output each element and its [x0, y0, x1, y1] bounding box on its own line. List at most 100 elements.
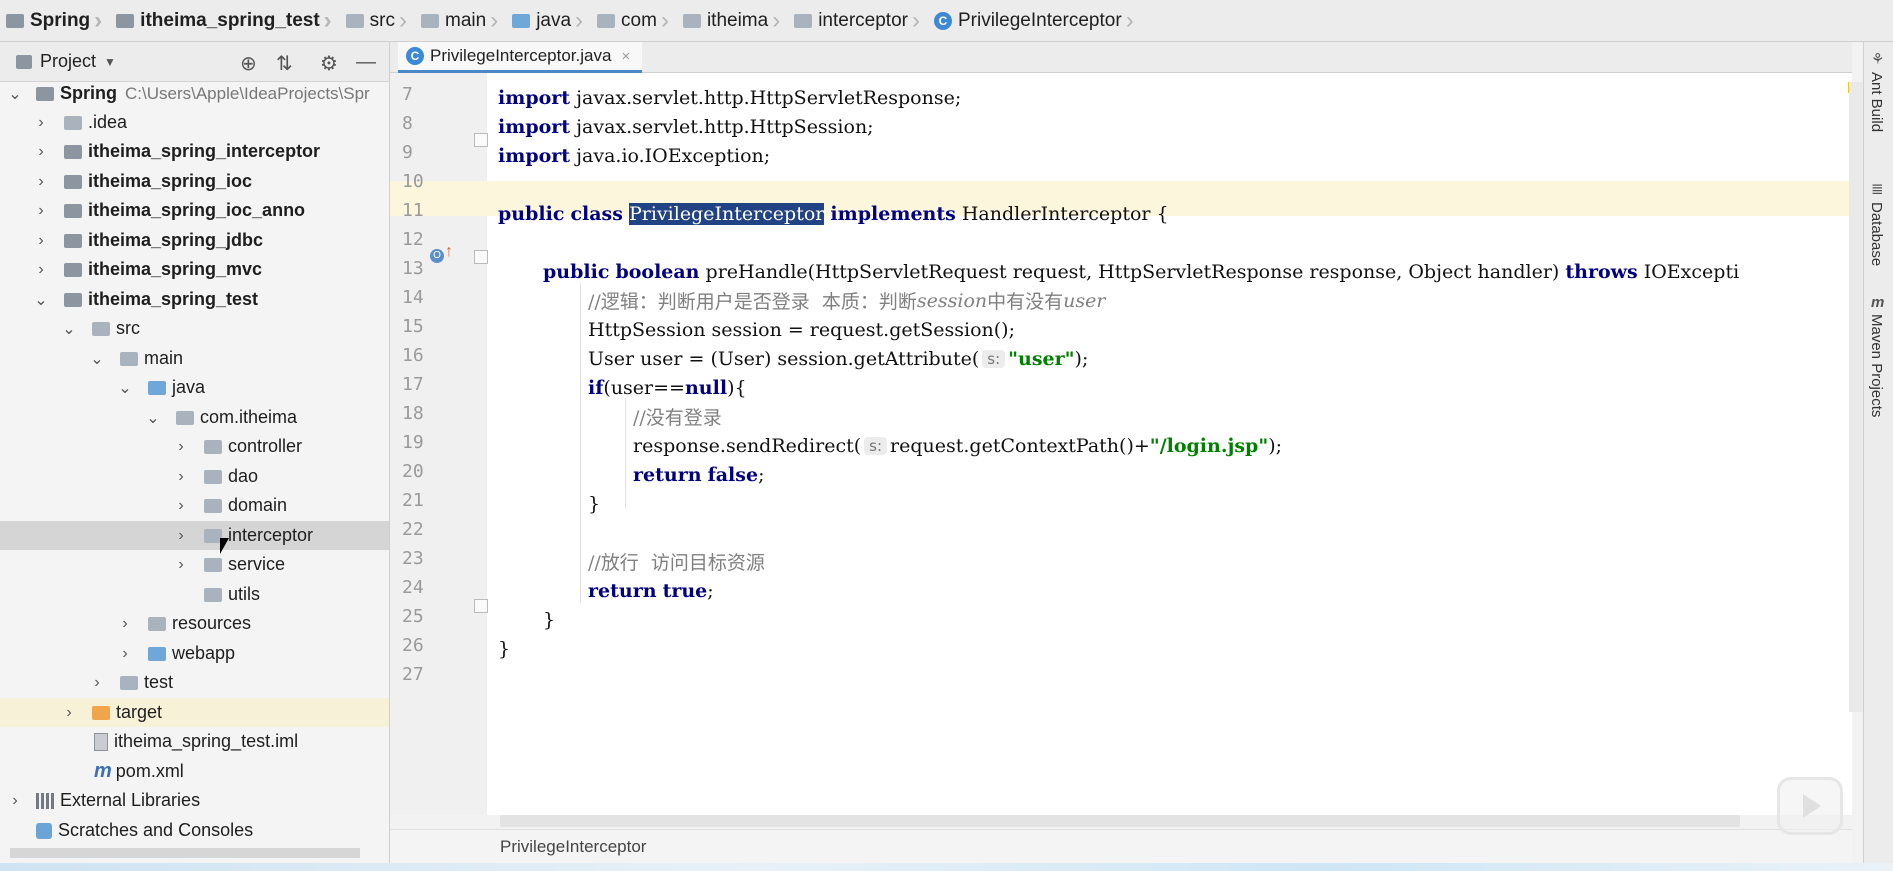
collapsed-arrow-icon[interactable]: ›	[34, 202, 48, 220]
tree-item-domain[interactable]: › domain	[0, 491, 389, 520]
breadcrumb-item-main[interactable]: main ›	[415, 0, 506, 42]
tree-item-controller[interactable]: › controller	[0, 432, 389, 461]
collapsed-arrow-icon[interactable]: ›	[174, 438, 188, 456]
expand-arrow-icon[interactable]: ⌄	[8, 84, 22, 104]
tree-item-webapp[interactable]: › webapp	[0, 639, 389, 668]
collapsed-arrow-icon[interactable]: ›	[62, 704, 76, 722]
expand-arrow-icon[interactable]: ⌄	[90, 349, 104, 369]
collapsed-arrow-icon[interactable]: ›	[34, 114, 48, 132]
collapsed-arrow-icon[interactable]: ›	[174, 468, 188, 486]
collapsed-arrow-icon[interactable]: ›	[34, 143, 48, 161]
package-icon	[204, 587, 222, 602]
module-icon	[64, 262, 82, 277]
collapsed-arrow-icon[interactable]: ›	[118, 645, 132, 663]
tree-item-interceptor-module[interactable]: › itheima_spring_interceptor	[0, 137, 389, 166]
collapsed-arrow-icon[interactable]: ›	[8, 792, 22, 810]
collapsed-arrow-icon[interactable]: ›	[34, 232, 48, 250]
line-number: 17	[402, 374, 424, 395]
collapsed-arrow-icon[interactable]: ›	[34, 261, 48, 279]
tree-item-test-module[interactable]: ⌄ itheima_spring_test	[0, 285, 389, 314]
fold-marker-icon[interactable]	[474, 599, 488, 613]
line-number: 23	[402, 548, 424, 569]
breadcrumb-item-com[interactable]: com ›	[591, 0, 677, 42]
breadcrumb-item-itheima[interactable]: itheima ›	[677, 0, 788, 42]
folder-icon	[120, 675, 138, 690]
maven-projects-tool[interactable]: Maven Projects	[1868, 314, 1885, 417]
expand-arrow-icon[interactable]: ⌄	[34, 290, 48, 310]
tree-item-test[interactable]: › test	[0, 668, 389, 697]
tree-item-interceptor[interactable]: › interceptor	[0, 521, 389, 550]
code-editor[interactable]: 7 8 9 10 11 12 13 14 15 16 17 18 19 20 2…	[390, 73, 1852, 815]
database-tool[interactable]: Database	[1868, 202, 1885, 266]
tree-item-iml-file[interactable]: itheima_spring_test.iml	[0, 727, 389, 756]
tree-item-scratches[interactable]: Scratches and Consoles	[0, 816, 389, 845]
project-panel-header: Project ▼ ⊕ ⇅ ⚙ —	[0, 42, 390, 82]
tree-item-external-libraries[interactable]: › External Libraries	[0, 786, 389, 815]
module-icon	[64, 174, 82, 189]
module-icon	[64, 292, 82, 307]
collapse-all-icon[interactable]: ⇅	[276, 51, 293, 76]
breadcrumb-item-module[interactable]: itheima_spring_test ›	[110, 0, 340, 42]
tree-item-idea[interactable]: › .idea	[0, 108, 389, 137]
module-icon	[64, 203, 82, 218]
override-method-icon[interactable]: O	[430, 249, 444, 263]
line-number: 24	[402, 577, 424, 598]
ant-build-tool[interactable]: Ant Build	[1868, 72, 1885, 132]
tree-item-jdbc-module[interactable]: › itheima_spring_jdbc	[0, 226, 389, 255]
line-number: 27	[402, 664, 424, 685]
collapsed-arrow-icon[interactable]: ›	[174, 497, 188, 515]
breadcrumb-item-interceptor[interactable]: interceptor ›	[788, 0, 928, 42]
horizontal-scrollbar[interactable]	[500, 815, 1740, 827]
tree-item-ioc-module[interactable]: › itheima_spring_ioc	[0, 167, 389, 196]
tree-item-pom[interactable]: m pom.xml	[0, 757, 389, 786]
implements-arrow-icon[interactable]: ↑	[445, 243, 453, 261]
tree-item-resources[interactable]: › resources	[0, 609, 389, 638]
tree-item-ioc-anno-module[interactable]: › itheima_spring_ioc_anno	[0, 196, 389, 225]
close-icon[interactable]: ×	[621, 48, 630, 65]
line-number: 19	[402, 432, 424, 453]
breadcrumb-item-spring[interactable]: Spring ›	[0, 0, 110, 42]
collapsed-arrow-icon[interactable]: ›	[174, 556, 188, 574]
tree-item-dao[interactable]: › dao	[0, 462, 389, 491]
folder-icon	[345, 13, 364, 28]
fold-marker-icon[interactable]	[474, 250, 488, 264]
collapsed-arrow-icon[interactable]: ›	[118, 615, 132, 633]
breadcrumb-item-src[interactable]: src ›	[340, 0, 415, 42]
tree-item-service[interactable]: › service	[0, 550, 389, 579]
video-play-button[interactable]	[1777, 777, 1843, 835]
collapsed-arrow-icon[interactable]: ›	[174, 527, 188, 545]
breadcrumb-item-java[interactable]: java ›	[506, 0, 591, 42]
package-icon	[682, 13, 701, 28]
collapsed-arrow-icon[interactable]: ›	[34, 173, 48, 191]
gear-icon[interactable]: ⚙	[320, 51, 338, 76]
vertical-scrollbar[interactable]	[1849, 82, 1863, 712]
expand-arrow-icon[interactable]: ⌄	[118, 378, 132, 398]
expand-arrow-icon[interactable]: ⌄	[146, 408, 160, 428]
source-folder-icon	[148, 380, 166, 395]
dropdown-arrow-icon[interactable]: ▼	[104, 55, 116, 69]
tree-item-src[interactable]: ⌄ src	[0, 314, 389, 343]
tree-item-spring[interactable]: ⌄ Spring C:\Users\Apple\IdeaProjects\Spr	[0, 82, 389, 108]
project-view-selector[interactable]: Project	[40, 51, 96, 72]
tree-item-com-itheima[interactable]: ⌄ com.itheima	[0, 403, 389, 432]
fold-marker-icon[interactable]	[474, 133, 488, 147]
footer-breadcrumb-item[interactable]: PrivilegeInterceptor	[500, 837, 646, 857]
tree-item-utils[interactable]: utils	[0, 580, 389, 609]
editor-tab-privilege-interceptor[interactable]: C PrivilegeInterceptor.java ×	[398, 42, 643, 73]
breadcrumb-item-class[interactable]: C PrivilegeInterceptor ›	[928, 0, 1142, 42]
locate-icon[interactable]: ⊕	[240, 51, 257, 76]
package-icon	[204, 439, 222, 454]
tree-item-main[interactable]: ⌄ main	[0, 344, 389, 373]
excluded-folder-icon	[92, 705, 110, 720]
expand-arrow-icon[interactable]: ⌄	[62, 319, 76, 339]
hide-panel-icon[interactable]: —	[356, 51, 376, 74]
tree-item-target[interactable]: › target	[0, 698, 389, 727]
collapsed-arrow-icon[interactable]: ›	[90, 674, 104, 692]
package-icon	[597, 13, 616, 28]
tree-horizontal-scrollbar[interactable]	[10, 848, 360, 858]
ant-icon: ⚘	[1871, 51, 1885, 68]
indent-guide	[580, 283, 581, 603]
tree-item-mvc-module[interactable]: › itheima_spring_mvc	[0, 255, 389, 284]
iml-file-icon	[94, 732, 108, 751]
tree-item-java[interactable]: ⌄ java	[0, 373, 389, 402]
